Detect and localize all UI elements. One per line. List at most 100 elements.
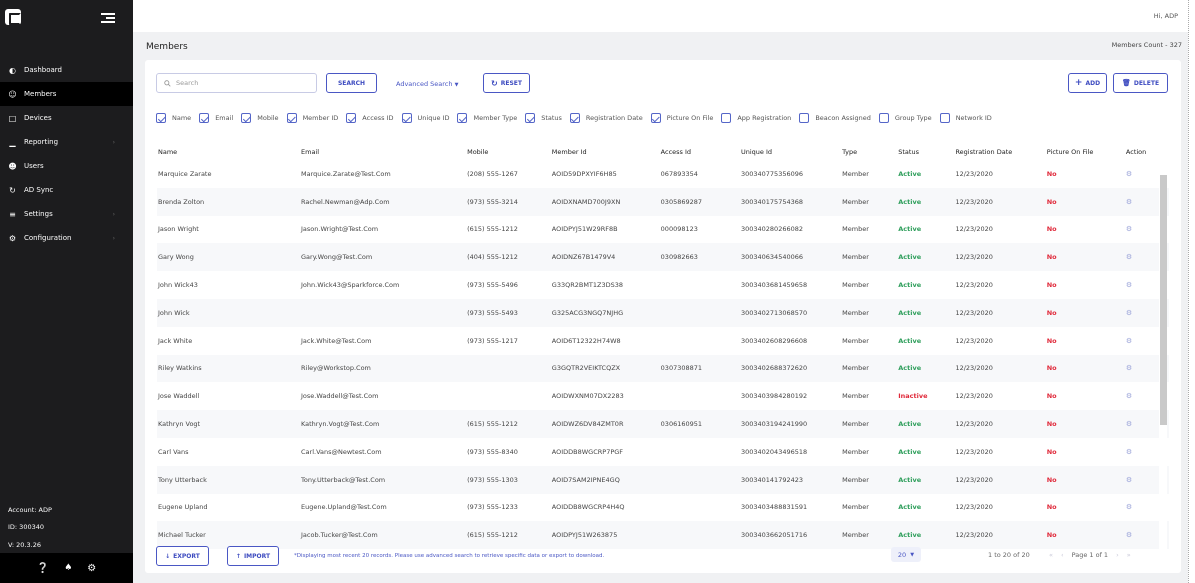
checkbox[interactable] xyxy=(286,113,297,123)
gear-icon[interactable]: ⚙ xyxy=(1126,337,1132,345)
table-row[interactable]: Michael Tucker Jacob.Tucker@Test.Com (615)… xyxy=(157,521,1169,550)
sidebar-item-configuration[interactable]: ⚙ Configuration › xyxy=(0,226,133,250)
checkbox[interactable] xyxy=(199,113,210,123)
checkbox[interactable] xyxy=(346,113,357,123)
table-row[interactable]: Tony Utterback Tony.Utterback@Test.Com (97… xyxy=(157,465,1169,494)
gear-icon[interactable]: ⚙ xyxy=(1126,281,1132,289)
advanced-search-toggle[interactable]: Advanced Search ▼ xyxy=(396,80,458,88)
hamburger-menu-icon[interactable] xyxy=(101,13,115,23)
table-row[interactable]: Marquice Zarate Marquice.Zarate@Test.Com (… xyxy=(157,160,1169,188)
checkbox[interactable] xyxy=(878,113,889,123)
search-input[interactable]: Search xyxy=(156,73,317,93)
next-page-icon[interactable]: › xyxy=(1116,551,1119,559)
checkbox[interactable] xyxy=(650,113,661,123)
gear-icon[interactable]: ⚙ xyxy=(1126,420,1132,428)
reset-button[interactable]: ↻ RESET xyxy=(483,73,530,93)
scrollbar-thumb[interactable] xyxy=(1160,175,1167,425)
gear-icon[interactable]: ⚙ xyxy=(1126,198,1132,206)
table-row[interactable]: Eugene Upland Eugene.Upland@Test.Com (973)… xyxy=(157,494,1169,522)
page-size-select[interactable]: 20 ▼ xyxy=(891,547,921,562)
checkbox[interactable] xyxy=(525,113,536,123)
checkbox[interactable] xyxy=(241,113,252,123)
table-row[interactable]: Kathryn Vogt Kathryn.Vogt@Test.Com (615) 5… xyxy=(157,410,1169,438)
table-cell: Jason.Wright@Test.Com xyxy=(301,225,379,234)
filter-beacon-assigned[interactable]: Beacon Assigned xyxy=(799,113,871,123)
add-button[interactable]: + ADD xyxy=(1068,73,1107,93)
gear-icon[interactable]: ⚙ xyxy=(1126,170,1132,178)
table-row[interactable]: Gary Wong Gary.Wong@Test.Com (404) 555-121… xyxy=(157,243,1169,272)
sidebar-item-label: Reporting xyxy=(24,138,59,146)
filter-status[interactable]: Status xyxy=(525,113,562,123)
import-button[interactable]: ↑ IMPORT xyxy=(227,546,279,566)
checkbox[interactable] xyxy=(799,113,810,123)
checkbox[interactable] xyxy=(401,113,412,123)
app-logo[interactable] xyxy=(5,9,21,25)
sidebar-item-dashboard[interactable]: ◐ Dashboard xyxy=(0,58,133,82)
table-row[interactable]: Jose Waddell Jose.Waddell@Test.Com AOIDWXN… xyxy=(157,382,1169,410)
filter-app-registration[interactable]: App Registration xyxy=(721,113,791,123)
filter-picture-on-file[interactable]: Picture On File xyxy=(650,113,713,123)
sidebar-item-ad-sync[interactable]: ↻ AD Sync xyxy=(0,178,133,202)
filter-email[interactable]: Email xyxy=(199,113,233,123)
table-row[interactable]: John Wick43 John.Wick43@Sparkforce.Com (97… xyxy=(157,271,1169,299)
user-settings-icon[interactable]: ♠ xyxy=(64,563,72,573)
filter-name[interactable]: Name xyxy=(156,113,191,123)
table-row[interactable]: John Wick (973) 555-5493 G325ACG3NGQ7NJHG 3… xyxy=(157,298,1169,327)
prev-page-icon[interactable]: ‹ xyxy=(1061,551,1064,559)
gear-icon[interactable]: ⚙ xyxy=(1126,225,1132,233)
table-cell: (973) 555-3214 xyxy=(466,187,551,216)
gear-icon[interactable]: ⚙ xyxy=(1126,448,1132,456)
export-label: EXPORT xyxy=(173,552,200,560)
table-scrollbar[interactable] xyxy=(1159,163,1167,553)
filter-mobile[interactable]: Mobile xyxy=(241,113,279,123)
gear-icon[interactable]: ⚙ xyxy=(1126,476,1132,484)
record-range: 1 to 20 of 20 xyxy=(988,551,1030,559)
gear-icon[interactable]: ⚙ xyxy=(1126,392,1132,400)
export-button[interactable]: ↓ EXPORT xyxy=(156,546,209,566)
table-cell: Active xyxy=(898,225,922,234)
table-row[interactable]: Jack White Jack.White@Test.Com (973) 555-1… xyxy=(157,327,1169,355)
gear-icon: ⚙ xyxy=(8,233,17,243)
filter-registration-date[interactable]: Registration Date xyxy=(569,113,643,123)
sidebar-item-settings[interactable]: ≡ Settings › xyxy=(0,202,133,226)
gear-icon[interactable]: ⚙ xyxy=(1126,503,1132,511)
gear-icon[interactable]: ⚙ xyxy=(1126,253,1132,261)
gear-icon[interactable]: ⚙ xyxy=(87,563,96,574)
chevron-down-icon: ▼ xyxy=(910,551,915,558)
table-row[interactable]: Riley Watkins Riley@Workstop.Com G3GQTR2VE… xyxy=(157,354,1169,383)
checkbox[interactable] xyxy=(939,113,950,123)
gear-icon[interactable]: ⚙ xyxy=(1126,364,1132,372)
sidebar-item-users[interactable]: ☻ Users xyxy=(0,154,133,178)
filter-member-type[interactable]: Member Type xyxy=(457,113,517,123)
filter-group-type[interactable]: Group Type xyxy=(878,113,932,123)
delete-button[interactable]: 🗑 DELETE xyxy=(1113,73,1168,93)
sidebar-item-reporting[interactable]: ▁ Reporting › xyxy=(0,130,133,154)
filter-unique-id[interactable]: Unique ID xyxy=(401,113,449,123)
table-cell: Member xyxy=(841,354,898,383)
filter-access-id[interactable]: Access ID xyxy=(346,113,394,123)
filter-label: Group Type xyxy=(894,114,932,122)
gear-icon[interactable]: ⚙ xyxy=(1126,309,1132,317)
checkbox[interactable] xyxy=(156,113,166,123)
table-cell: Eugene Upland xyxy=(158,503,208,512)
search-button[interactable]: SEARCH xyxy=(326,73,377,93)
chart-icon: ▁ xyxy=(9,137,16,147)
table-row[interactable]: Carl Vans Carl.Vans@Newtest.Com (973) 555-… xyxy=(157,438,1169,466)
table-cell: Marquice.Zarate@Test.Com xyxy=(301,169,391,178)
checkbox[interactable] xyxy=(721,113,732,123)
gear-icon[interactable]: ⚙ xyxy=(1126,531,1132,539)
greeting[interactable]: Hi, ADP xyxy=(1154,12,1178,20)
table-row[interactable]: Jason Wright Jason.Wright@Test.Com (615) 5… xyxy=(157,216,1169,244)
sidebar-item-members[interactable]: ☺ Members xyxy=(0,82,133,106)
table-row[interactable]: Brenda Zolton Rachel.Newman@Adp.Com (973) … xyxy=(157,187,1169,216)
device-icon: □ xyxy=(8,113,17,123)
checkbox[interactable] xyxy=(569,113,580,123)
checkbox[interactable] xyxy=(457,113,468,123)
members-table: Name Email Mobile Member Id Access Id Unique … xyxy=(157,144,1169,550)
filter-member-id[interactable]: Member ID xyxy=(286,113,338,123)
help-icon[interactable]: ❔ xyxy=(37,563,49,574)
filter-network-id[interactable]: Network ID xyxy=(939,113,992,123)
last-page-icon[interactable]: » xyxy=(1127,551,1131,559)
first-page-icon[interactable]: « xyxy=(1049,551,1053,559)
sidebar-item-devices[interactable]: □ Devices xyxy=(0,106,133,130)
